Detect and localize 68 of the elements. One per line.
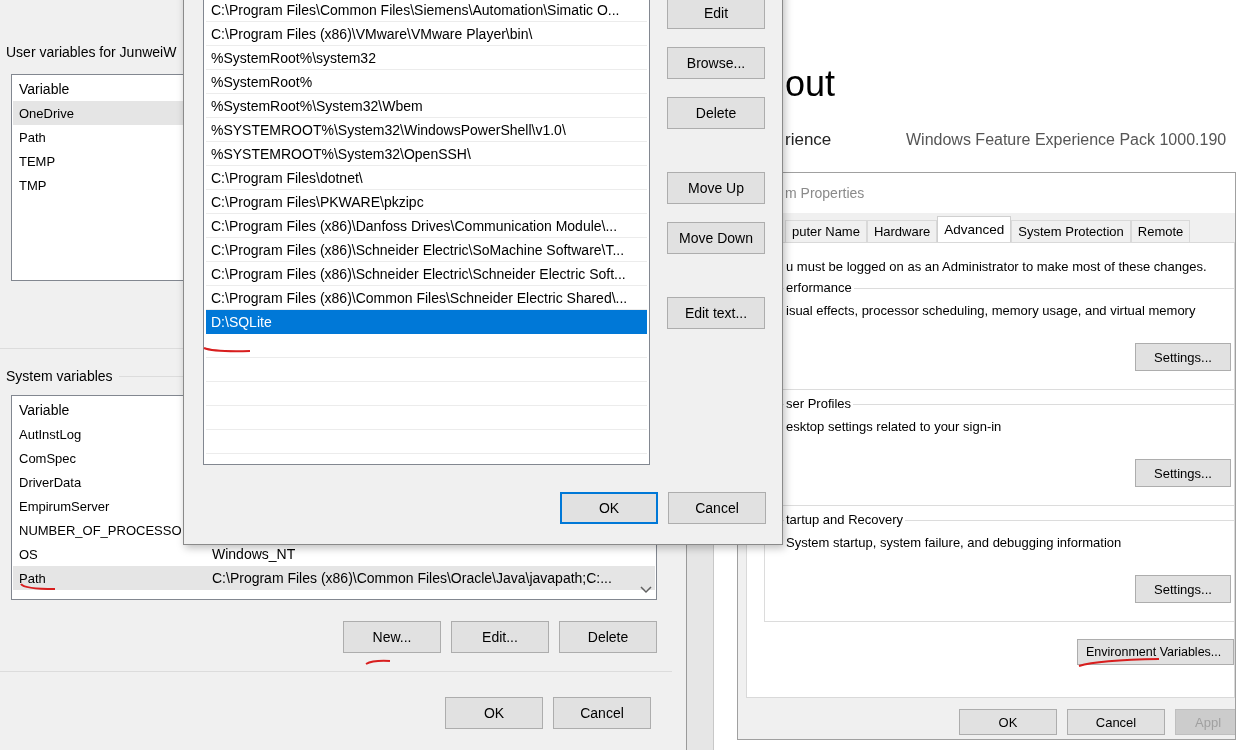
section-heading: User variables for JunweiW <box>6 43 177 61</box>
list-button[interactable]: New... <box>343 621 441 653</box>
path-entry[interactable]: C:\Program Files\dotnet\ <box>206 166 647 190</box>
group-description: System startup, system failure, and debugging information <box>786 535 1123 550</box>
list-row[interactable]: OS Windows_NT <box>13 542 655 566</box>
field-label: rience <box>785 129 833 151</box>
variable-name: AutInstLog <box>19 426 83 442</box>
tab[interactable]: System Protection <box>1011 220 1131 242</box>
tab[interactable]: Hardware <box>866 220 938 242</box>
side-button[interactable]: Move Up <box>667 172 765 204</box>
path-entry[interactable]: C:\Program Files (x86)\Schneider Electric\SoMachine Software\T... <box>206 238 647 262</box>
list-button[interactable]: Delete <box>559 621 657 653</box>
list-button[interactable]: Edit... <box>451 621 549 653</box>
tab[interactable]: puter Name <box>785 220 867 242</box>
field-value: Windows Feature Experience Pack 1000.190 <box>906 130 1227 150</box>
side-button[interactable]: Browse... <box>667 47 765 79</box>
window-title: m Properties <box>785 185 865 201</box>
path-entry[interactable]: %SystemRoot%\System32\Wbem <box>206 94 647 118</box>
variable-name: OS <box>19 546 39 562</box>
path-entry[interactable]: C:\Program Files (x86)\Schneider Electric\Schneider Electric Soft... <box>206 262 647 286</box>
dialog-button[interactable]: OK <box>959 709 1057 735</box>
variable-name: DriverData <box>19 474 83 490</box>
path-entry[interactable]: C:\Program Files\PKWARE\pkzipc <box>206 190 647 214</box>
pen-stroke <box>365 659 391 666</box>
path-entry[interactable]: %SystemRoot% <box>206 70 647 94</box>
column-header: Variable <box>19 81 70 97</box>
chevron-down-icon[interactable] <box>640 586 652 594</box>
page-heading: out <box>785 62 837 106</box>
path-entry[interactable]: C:\Program Files (x86)\VMware\VMware Player\bin\ <box>206 22 647 46</box>
side-button[interactable]: Edit <box>667 0 765 29</box>
side-button[interactable]: Delete <box>667 97 765 129</box>
environment-variables-button[interactable]: Environment Variables... <box>1077 639 1234 665</box>
section-heading: System variables <box>6 368 113 384</box>
variable-value: Windows_NT <box>212 546 296 562</box>
path-entry[interactable]: %SYSTEMROOT%\System32\WindowsPowerShell\v1.0\ <box>206 118 647 142</box>
side-button[interactable]: Edit text... <box>667 297 765 329</box>
dialog-button[interactable]: Cancel <box>668 492 766 524</box>
settings-button[interactable]: Settings... <box>1135 343 1231 371</box>
tab[interactable]: Remote <box>1130 220 1191 242</box>
column-header: Variable <box>19 402 70 418</box>
settings-button[interactable]: Settings... <box>1135 575 1231 603</box>
tab[interactable]: Advanced <box>937 216 1012 242</box>
group-title: ser Profiles <box>784 396 854 411</box>
path-entry[interactable]: C:\Program Files\Common Files\Siemens\Automation\Simatic O... <box>206 0 647 22</box>
variable-value: C:\Program Files (x86)\Common Files\Oracle\Java\javapath;C:... <box>212 570 612 586</box>
group-title: tartup and Recovery <box>784 512 906 527</box>
side-button[interactable]: Move Down <box>667 222 765 254</box>
group-title: erformance <box>784 280 854 295</box>
variable-name: NUMBER_OF_PROCESSO <box>19 522 183 538</box>
variable-name: ComSpec <box>19 450 78 466</box>
group-description: isual effects, processor scheduling, memory usage, and virtual memory <box>786 303 1197 318</box>
settings-button[interactable]: Settings... <box>1135 459 1231 487</box>
path-entry[interactable]: %SystemRoot%\system32 <box>206 46 647 70</box>
list-row[interactable]: Path C:\Program Files (x86)\Common Files\Oracle\Java\javapath;C:... <box>13 566 655 590</box>
group-description: esktop settings related to your sign-in <box>786 419 1003 434</box>
variable-name: Path <box>19 570 47 586</box>
dialog-button[interactable]: Cancel <box>1067 709 1165 735</box>
dialog-button[interactable]: OK <box>560 492 658 524</box>
notice-text: u must be logged on as an Administrator to make most of these changes. <box>785 259 1208 274</box>
pen-stroke <box>203 346 251 354</box>
dialog-button[interactable]: OK <box>445 697 543 729</box>
path-list[interactable] <box>203 0 650 465</box>
dialog-button[interactable]: Cancel <box>553 697 651 729</box>
variable-name: OneDrive <box>19 105 75 121</box>
path-entry[interactable]: C:\Program Files (x86)\Danfoss Drives\Communication Module\... <box>206 214 647 238</box>
pen-stroke <box>20 583 56 591</box>
path-entry[interactable]: %SYSTEMROOT%\System32\OpenSSH\ <box>206 142 647 166</box>
path-entry[interactable]: D:\SQLite <box>206 310 647 334</box>
